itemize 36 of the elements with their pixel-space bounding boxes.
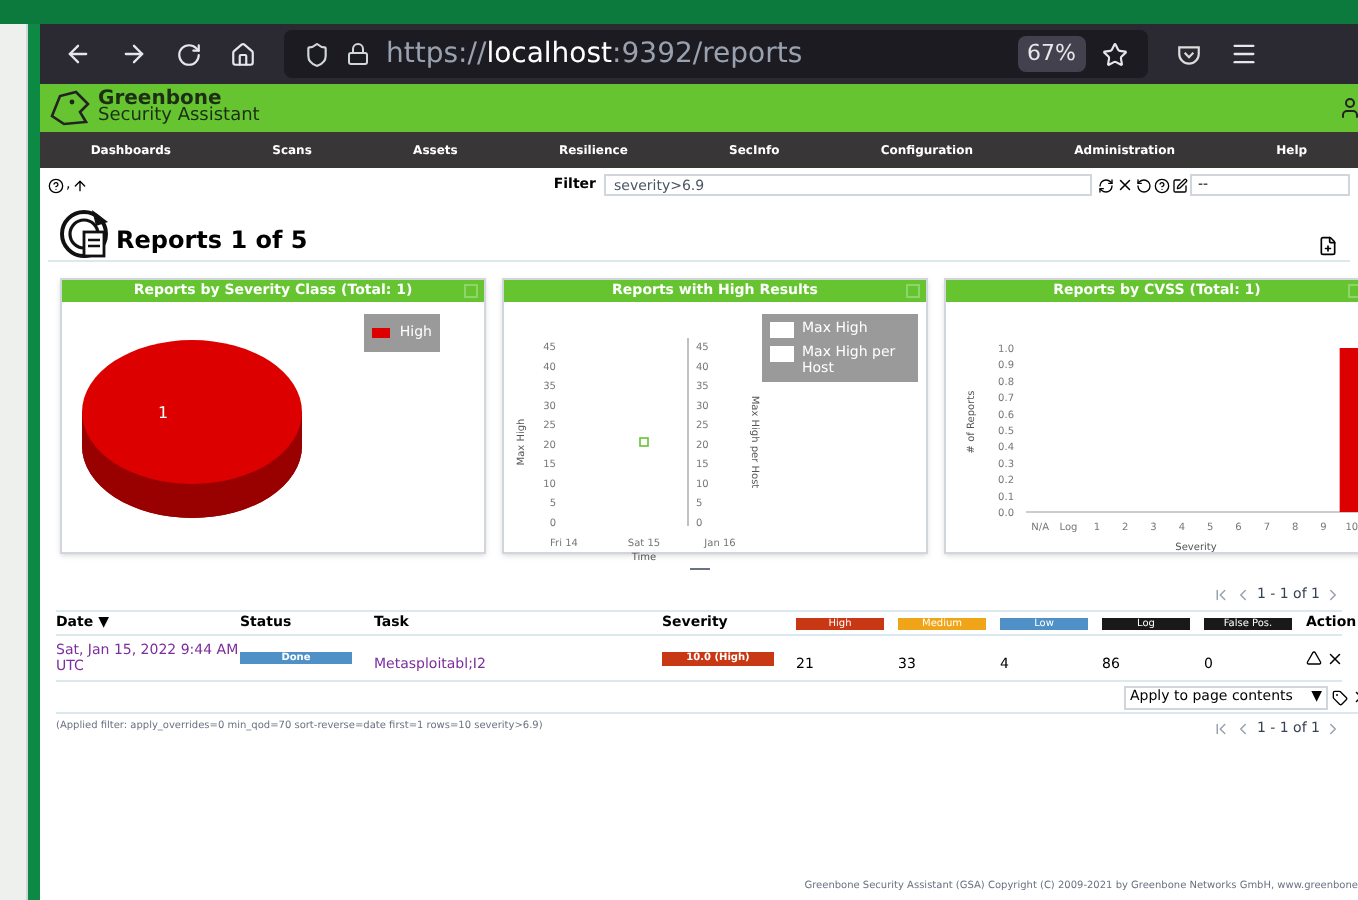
back-icon[interactable] [64, 40, 92, 68]
url-text: https://localhost:9392/reports [386, 35, 803, 73]
app-name: Greenbone [98, 90, 222, 108]
zoom-badge[interactable]: 67% [1017, 35, 1086, 73]
upload-icon[interactable] [72, 177, 89, 193]
data-point [639, 436, 649, 446]
legend-swatch [770, 345, 794, 361]
dinosaur-logo-icon [48, 88, 92, 128]
reload-icon[interactable] [176, 41, 202, 67]
user-icon[interactable] [1338, 96, 1358, 120]
app-subtitle: Security Assistant [98, 108, 260, 126]
pocket-icon[interactable] [1176, 41, 1202, 67]
first-page-icon[interactable] [1212, 719, 1231, 737]
delete-icon[interactable] [1326, 649, 1344, 667]
home-icon[interactable] [230, 41, 256, 67]
resize-handle[interactable] [689, 567, 709, 569]
reset-icon[interactable] [1136, 177, 1152, 193]
first-page-icon[interactable] [1212, 585, 1231, 603]
help-icon[interactable] [1154, 177, 1170, 193]
lock-icon [346, 42, 370, 66]
close-icon[interactable] [1116, 176, 1134, 194]
bookmark-star-icon[interactable] [1102, 41, 1128, 67]
help-icon[interactable] [48, 177, 64, 193]
page-title: Reports 1 of 5 [116, 224, 308, 258]
shield-icon [304, 41, 330, 67]
edit-icon[interactable] [1172, 177, 1188, 193]
new-report-icon[interactable] [1318, 236, 1338, 256]
slice-label: 1 [158, 404, 169, 422]
forward-icon[interactable] [120, 40, 148, 68]
address-bar[interactable]: https://localhost:9392/reports 67% [284, 30, 1148, 78]
legend-swatch [770, 321, 794, 337]
refresh-icon[interactable] [1098, 177, 1114, 193]
delta-icon[interactable] [1306, 650, 1322, 666]
reports-radar-icon [60, 208, 112, 260]
menu-icon[interactable] [1230, 40, 1258, 68]
tag-icon[interactable] [1332, 689, 1348, 705]
